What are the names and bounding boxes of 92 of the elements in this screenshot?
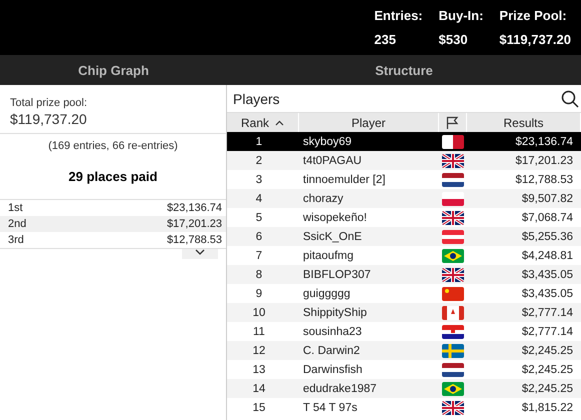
result-cell-text: $7,068.74 bbox=[520, 212, 574, 224]
rank-cell-text: 15 bbox=[252, 402, 266, 414]
search-icon[interactable] bbox=[561, 90, 579, 108]
player-cell-text: ShippityShip bbox=[302, 306, 368, 318]
result-cell-text: $2,245.25 bbox=[520, 382, 574, 394]
flag-outline-icon bbox=[446, 116, 459, 130]
result-cell-text: $23,136.74 bbox=[514, 136, 574, 148]
stat-label: Prize Pool: bbox=[499, 8, 568, 23]
player-cell-text: edudrake1987 bbox=[302, 382, 378, 394]
rank-cell-text: 11 bbox=[252, 326, 266, 338]
rank-cell-text: 8 bbox=[254, 268, 264, 280]
payout-place: 2nd bbox=[8, 218, 26, 230]
tab[interactable]: Structure bbox=[227, 55, 581, 85]
flag-icon bbox=[442, 134, 464, 148]
prize-pool-amount: $119,737.20 bbox=[10, 111, 88, 127]
result-cell-text: $12,788.53 bbox=[514, 174, 574, 186]
player-row[interactable]: 10 ShippityShip $2,777.14 bbox=[227, 303, 581, 322]
rank-cell-text: 9 bbox=[254, 288, 264, 300]
result-cell-text: $4,248.81 bbox=[520, 250, 574, 262]
player-cell-text: t4t0PAGAU bbox=[302, 154, 363, 166]
flag-icon bbox=[442, 248, 464, 262]
player-cell-text: Darwinsfish bbox=[302, 364, 364, 376]
player-row[interactable]: 8 BIBFLOP307 $3,435.05 bbox=[227, 265, 581, 284]
flag-icon bbox=[442, 344, 464, 358]
player-row[interactable]: 6 SsicK_OnE $5,255.36 bbox=[227, 227, 581, 246]
rank-cell-text: 2 bbox=[254, 154, 264, 166]
player-cell-text: SsicK_OnE bbox=[302, 230, 363, 242]
player-cell-text: C. Darwin2 bbox=[302, 344, 361, 356]
player-row[interactable]: 12 C. Darwin2 $2,245.25 bbox=[227, 341, 581, 360]
player-row[interactable]: 4 chorazy $9,507.82 bbox=[227, 189, 581, 208]
player-cell-text: T 54 T 97s bbox=[302, 402, 358, 414]
payout-amount: $12,788.53 bbox=[166, 234, 222, 246]
stat-value: $119,737.20 bbox=[499, 32, 571, 47]
stat-label: Entries: bbox=[374, 8, 423, 23]
rank-cell-text: 14 bbox=[252, 382, 266, 394]
tab[interactable]: Chip Graph bbox=[0, 55, 227, 85]
player-cell-text: skyboy69 bbox=[302, 136, 353, 148]
rank-cell-text: 5 bbox=[254, 212, 264, 224]
stat-value: $530 bbox=[438, 32, 469, 47]
flag-icon bbox=[442, 230, 464, 244]
player-cell-text: wisopekeño! bbox=[302, 212, 368, 224]
result-cell-text: $2,777.14 bbox=[520, 306, 574, 318]
player-row[interactable]: 14 edudrake1987 $2,245.25 bbox=[227, 379, 581, 398]
places-paid: 29 places paid bbox=[68, 169, 158, 184]
flag-icon bbox=[442, 362, 464, 376]
sort-caret-icon bbox=[275, 120, 284, 126]
result-cell-text: $2,245.25 bbox=[520, 344, 574, 356]
player-cell-text: pitaoufmg bbox=[302, 250, 355, 262]
expand-tab[interactable] bbox=[182, 249, 218, 259]
player-cell-text: BIBFLOP307 bbox=[302, 268, 372, 280]
flag-icon bbox=[442, 286, 464, 300]
player-cell-text: sousinha23 bbox=[302, 326, 363, 338]
flag-icon bbox=[442, 154, 464, 168]
result-cell-text: $9,507.82 bbox=[520, 192, 574, 204]
flag-icon bbox=[442, 324, 464, 338]
entries-note: (169 entries, 66 re-entries) bbox=[47, 140, 179, 152]
result-cell-text: $1,815.22 bbox=[520, 402, 574, 414]
flag-icon bbox=[442, 210, 464, 224]
payout-amount: $23,136.74 bbox=[166, 202, 222, 214]
player-cell-text: guiggggg bbox=[302, 288, 352, 300]
player-row[interactable]: 1 skyboy69 $23,136.74 bbox=[227, 132, 581, 151]
flag-icon bbox=[442, 172, 464, 186]
payout-place: 3rd bbox=[8, 234, 24, 246]
rank-cell-text: 6 bbox=[254, 230, 264, 242]
flag-icon bbox=[442, 382, 464, 396]
stat-label: Buy-In: bbox=[438, 8, 484, 23]
result-cell-text: $3,435.05 bbox=[520, 288, 574, 300]
players-title: Players bbox=[233, 90, 280, 106]
rank-cell-text: 12 bbox=[252, 344, 266, 356]
player-row[interactable]: 2 t4t0PAGAU $17,201.23 bbox=[227, 151, 581, 170]
rank-cell-text: 1 bbox=[254, 136, 264, 148]
result-cell-text: $3,435.05 bbox=[520, 268, 574, 280]
result-cell-text: $2,245.25 bbox=[520, 364, 574, 376]
payout-place: 1st bbox=[8, 202, 23, 214]
player-cell-text: tinnoemulder [2] bbox=[302, 174, 386, 186]
rank-cell-text: 7 bbox=[254, 250, 264, 262]
result-cell-text: $17,201.23 bbox=[514, 154, 574, 166]
rank-cell-text: 4 bbox=[254, 192, 264, 204]
result-cell-text: $2,777.14 bbox=[520, 326, 574, 338]
rank-cell-text: 3 bbox=[254, 174, 264, 186]
payout-amount: $17,201.23 bbox=[166, 218, 222, 230]
rank-cell-text: 10 bbox=[252, 306, 266, 318]
player-cell-text: chorazy bbox=[302, 192, 344, 204]
flag-icon bbox=[442, 192, 464, 206]
result-cell-text: $5,255.36 bbox=[520, 230, 574, 242]
flag-icon bbox=[442, 306, 464, 320]
flag-icon bbox=[442, 268, 464, 282]
stat-value: 235 bbox=[374, 32, 397, 47]
rank-cell-text: 13 bbox=[252, 364, 266, 376]
chevron-down-icon bbox=[195, 249, 205, 256]
flag-icon bbox=[442, 400, 464, 414]
prize-pool-label: Total prize pool: bbox=[10, 97, 88, 109]
